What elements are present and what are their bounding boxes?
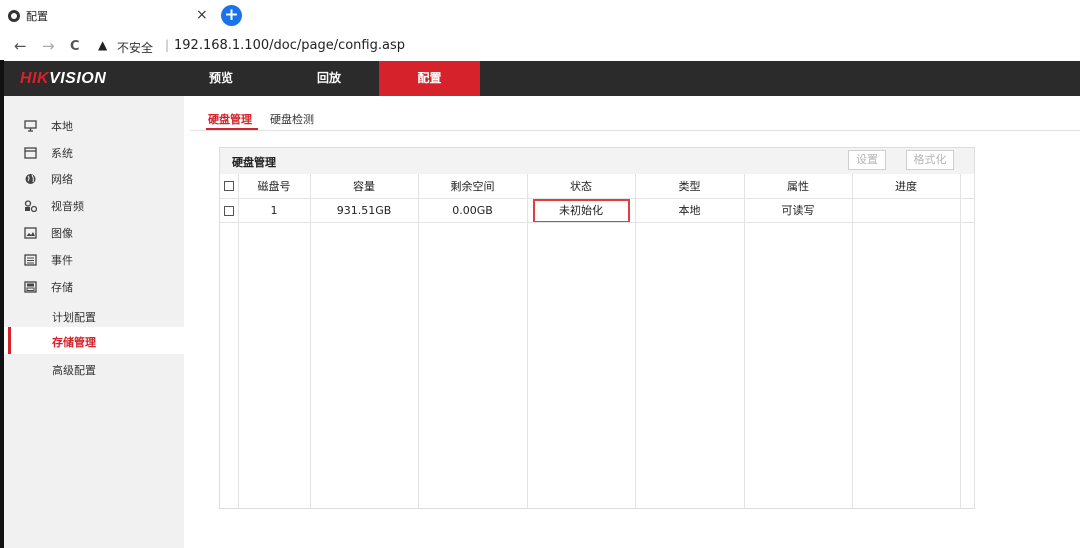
attribute-cell: 可读写: [744, 198, 853, 223]
sidebar-item-storage[interactable]: 存储: [24, 277, 73, 297]
window-icon: [24, 147, 37, 159]
row-checkbox[interactable]: [223, 205, 234, 216]
select-all-checkbox[interactable]: [223, 181, 234, 192]
browser-tabbar: 配置 × +: [0, 0, 1080, 32]
new-tab-button[interactable]: +: [221, 5, 242, 26]
sidebar-subitem-label: 存储管理: [52, 336, 96, 349]
media-icon: [24, 200, 37, 212]
back-arrow-icon[interactable]: ←: [14, 37, 27, 55]
status-highlight-box: [532, 198, 630, 221]
forward-arrow-icon[interactable]: →: [42, 37, 55, 55]
sidebar-subitem-storage-management[interactable]: 存储管理: [4, 327, 184, 354]
browser-tab[interactable]: 配置: [8, 6, 48, 26]
table-header-row: 磁盘号 容量 剩余空间 状态 类型 属性 进度: [220, 174, 975, 199]
disk-no-cell: 1: [238, 198, 311, 223]
sidebar-item-label: 本地: [51, 120, 73, 133]
sidebar-item-label: 事件: [51, 254, 73, 267]
sidebar-item-label: 图像: [51, 227, 73, 240]
table-empty-area: [220, 222, 975, 508]
free-space-cell: 0.00GB: [418, 198, 528, 223]
select-all-cell[interactable]: [220, 174, 239, 199]
column-header: 剩余空间: [418, 174, 528, 199]
scrollbar-gutter: [960, 198, 975, 223]
tab-disk-check[interactable]: 硬盘检测: [270, 111, 314, 127]
tab-disk-management[interactable]: 硬盘管理: [206, 111, 258, 130]
storage-icon: [24, 281, 37, 293]
format-button[interactable]: 格式化: [906, 150, 954, 170]
column-header: 磁盘号: [238, 174, 311, 199]
sidebar-item-label: 网络: [51, 173, 73, 186]
monitor-icon: [24, 120, 37, 132]
table-row[interactable]: 1 931.51GB 0.00GB 未初始化 本地 可读写: [220, 198, 975, 223]
sidebar-item-label: 系统: [51, 147, 73, 160]
column-header: 状态: [527, 174, 636, 199]
camera-favicon-icon: [8, 10, 20, 22]
column-header: 容量: [310, 174, 419, 199]
sidebar-item-av[interactable]: 视音频: [24, 196, 84, 216]
address-separator: |: [165, 38, 170, 52]
column-header: 进度: [852, 174, 961, 199]
sidebar-item-label: 存储: [51, 281, 73, 294]
calendar-icon: [24, 254, 37, 266]
reload-icon[interactable]: C: [70, 38, 80, 56]
tab-label: 硬盘管理: [208, 113, 252, 126]
settings-button[interactable]: 设置: [848, 150, 886, 170]
sidebar-item-network[interactable]: 网络: [24, 169, 73, 189]
hikvision-logo: HIKVISION: [20, 70, 107, 87]
scrollbar-gutter: [960, 174, 975, 199]
globe-icon: [25, 174, 36, 184]
nav-tab-preview[interactable]: 预览: [180, 61, 262, 96]
sidebar-subitem-advanced[interactable]: 高级配置: [52, 362, 96, 378]
sidebar-item-system[interactable]: 系统: [24, 143, 73, 163]
row-select-cell[interactable]: [220, 198, 239, 223]
progress-cell: [852, 198, 961, 223]
browser-toolbar: ← → C ▲ 不安全 | 192.168.1.100/doc/page/con…: [0, 32, 1080, 60]
sidebar-item-label: 视音频: [51, 200, 84, 213]
sidebar-item-local[interactable]: 本地: [24, 116, 73, 136]
sidebar-item-event[interactable]: 事件: [24, 250, 73, 270]
column-header: 类型: [635, 174, 745, 199]
disk-table: 磁盘号 容量 剩余空间 状态 类型 属性 进度 1 931.51GB 0.00G…: [220, 174, 975, 508]
active-indicator: [8, 327, 11, 354]
type-cell: 本地: [635, 198, 745, 223]
nav-tab-playback[interactable]: 回放: [288, 61, 370, 96]
sidebar: 本地 系统 网络 视音频 图像 事件 存储 计划配置 存储管理 高级配置: [4, 96, 184, 548]
insecure-label[interactable]: 不安全: [117, 39, 153, 56]
sidebar-subitem-schedule[interactable]: 计划配置: [52, 309, 96, 325]
column-header: 属性: [744, 174, 853, 199]
capacity-cell: 931.51GB: [310, 198, 419, 223]
disk-management-panel: 硬盘管理 设置 格式化 磁盘号 容量 剩余空间 状态 类型 属性 进度 1 93…: [219, 147, 975, 509]
sidebar-item-image[interactable]: 图像: [24, 223, 73, 243]
warning-icon[interactable]: ▲: [98, 38, 107, 52]
image-icon: [24, 227, 37, 239]
panel-title-bar: 硬盘管理 设置 格式化: [220, 148, 974, 174]
status-cell: 未初始化: [527, 198, 636, 223]
nav-tab-config[interactable]: 配置: [379, 61, 480, 96]
tab-close-icon[interactable]: ×: [196, 7, 208, 23]
address-bar-url[interactable]: 192.168.1.100/doc/page/config.asp: [174, 38, 405, 53]
tabs-divider: [190, 130, 1080, 131]
panel-title: 硬盘管理: [232, 156, 276, 169]
tab-title: 配置: [26, 10, 48, 23]
app-header: HIKVISION 预览 回放 配置: [4, 61, 1080, 96]
